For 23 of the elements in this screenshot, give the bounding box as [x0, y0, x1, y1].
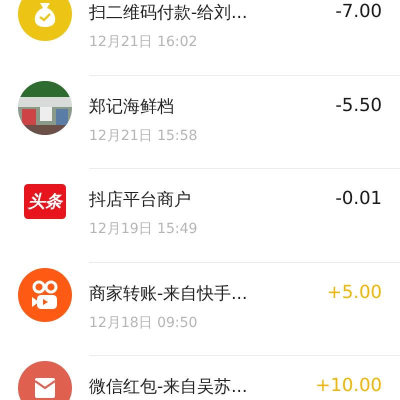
transaction-amount: -7.00	[335, 1, 382, 22]
video-camera-icon	[18, 268, 72, 322]
transaction-row[interactable]: 郑记海鲜档 12月21日 15:58 -5.50	[0, 74, 400, 168]
transaction-time: 12月18日 09:50	[89, 314, 198, 332]
transaction-row[interactable]: 微信红包-来自吴苏... +10.00	[0, 355, 400, 400]
transaction-time: 12月21日 15:58	[89, 126, 198, 144]
transaction-time: 12月19日 15:49	[89, 220, 198, 238]
envelope-icon	[18, 361, 72, 400]
news-logo: 头条	[24, 184, 66, 218]
transaction-title: 郑记海鲜档	[89, 96, 174, 118]
transaction-amount: -5.50	[335, 94, 382, 116]
money-bag-icon	[18, 0, 72, 41]
transaction-time: 12月21日 16:02	[89, 33, 198, 51]
transaction-amount: +10.00	[315, 375, 382, 396]
transaction-title: 微信红包-来自吴苏...	[89, 376, 248, 398]
transaction-amount: -0.01	[335, 188, 382, 209]
transaction-title: 抖店平台商户	[89, 189, 191, 211]
transaction-title: 商家转账-来自快手...	[89, 282, 248, 304]
transaction-amount: +5.00	[326, 282, 382, 302]
transaction-title: 扫二维码付款-给刘...	[89, 2, 248, 24]
transaction-row[interactable]: 头条 抖店平台商户 12月19日 15:49 -0.01	[0, 168, 400, 262]
transaction-row[interactable]: 商家转账-来自快手... 12月18日 09:50 +5.00	[0, 262, 400, 355]
transaction-row[interactable]: 扫二维码付款-给刘... 12月21日 16:02 -7.00	[0, 0, 400, 74]
